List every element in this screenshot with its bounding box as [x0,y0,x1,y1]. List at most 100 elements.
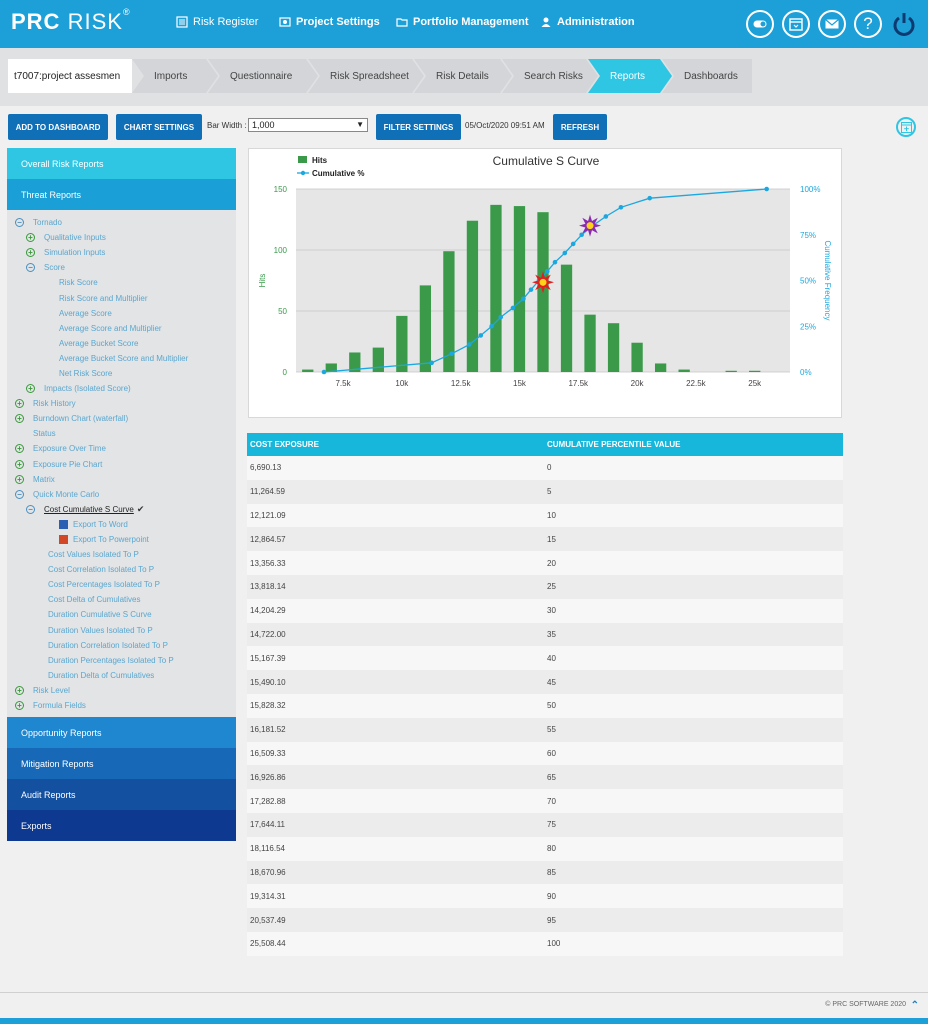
tree-item[interactable]: Average Score and Multiplier [7,321,236,336]
tree-item[interactable]: Duration Correlation Isolated To P [7,638,236,653]
expand-icon[interactable]: + [15,701,24,711]
expand-icon[interactable]: + [15,685,24,695]
tree-item[interactable]: Average Score [7,306,236,321]
app-logo[interactable]: PRC RISK® [11,7,131,35]
tree-item-label: Average Bucket Score [59,338,139,348]
expand-icon[interactable]: + [15,459,24,469]
tree-item[interactable]: + Formula Fields [7,698,236,713]
sidebar-section-exports[interactable]: Exports [7,810,236,842]
nav-project-settings[interactable]: Project Settings [279,16,380,28]
project-selector[interactable]: t7007:project assesmen [8,59,132,93]
tree-item[interactable]: + Matrix [7,472,236,487]
tree-item[interactable]: − Tornado [7,215,236,230]
tree-item[interactable]: + Simulation Inputs [7,245,236,260]
crumb-reports[interactable]: Reports [588,59,672,93]
dashboard-add-icon[interactable] [896,117,916,137]
refresh-button[interactable]: REFRESH [553,114,607,140]
tree-item-label: Duration Cumulative S Curve [48,610,152,620]
collapse-icon[interactable]: − [15,489,24,499]
expand-icon[interactable]: + [15,414,24,424]
percentile-cell: 40 [547,653,556,663]
cost-exposure-cell: 16,509.33 [250,748,286,758]
tree-item[interactable]: + Qualitative Inputs [7,230,236,245]
tree-item[interactable]: Net Risk Score [7,366,236,381]
tree-item[interactable]: + Risk History [7,396,236,411]
expand-icon[interactable]: + [15,399,24,409]
tree-item-label: Cost Values Isolated To P [48,550,139,560]
tree-item[interactable]: + Burndown Chart (waterfall) [7,411,236,426]
col-cost-exposure-header[interactable]: COST EXPOSURE [247,440,547,449]
sidebar-section-opportunity-reports[interactable]: Opportunity Reports [7,717,236,749]
mail-icon[interactable] [818,10,846,38]
filter-settings-button[interactable]: FILTER SETTINGS [376,114,461,140]
cost-exposure-cell: 19,314.31 [250,891,286,901]
crumb-dashboards[interactable]: Dashboards [662,59,752,93]
nav-portfolio-management[interactable]: Portfolio Management [396,16,529,28]
tree-item[interactable]: + Exposure Over Time [7,441,236,456]
cumulative-point [510,305,516,311]
hits-bar [584,314,596,372]
tree-item[interactable]: + Risk Level [7,683,236,698]
tree-item[interactable]: Average Bucket Score and Multiplier [7,351,236,366]
cost-exposure-cell: 15,490.10 [250,677,286,687]
table-header: COST EXPOSURE CUMULATIVE PERCENTILE VALU… [247,433,843,456]
y-axis-label: Hits [258,274,267,288]
tree-item[interactable]: Cost Correlation Isolated To P [7,562,236,577]
add-to-dashboard-button[interactable]: ADD TO DASHBOARD [8,114,108,140]
chart-settings-button[interactable]: CHART SETTINGS [116,114,202,140]
help-icon[interactable]: ? [854,10,882,38]
sidebar-section-audit-reports[interactable]: Audit Reports [7,779,236,811]
y2-tick-label: 100% [800,185,820,194]
tree-item[interactable]: Export To Powerpoint [7,532,236,547]
nav-risk-register[interactable]: Risk Register [176,16,258,28]
tree-item[interactable]: Duration Delta of Cumulatives [7,668,236,683]
tree-item[interactable]: − Score [7,260,236,275]
tree-item[interactable]: Risk Score [7,275,236,290]
legend-cumulative-dot [300,170,306,176]
hits-bar [490,204,502,372]
crumb-questionnaire[interactable]: Questionnaire [208,59,318,93]
bar-width-select[interactable]: 1,000 ▼ [248,118,368,132]
tree-item[interactable]: Duration Values Isolated To P [7,623,236,638]
calendar-icon[interactable] [782,10,810,38]
col-cumulative-percentile-header[interactable]: CUMULATIVE PERCENTILE VALUE [547,440,680,449]
crumb-search-risks[interactable]: Search Risks [502,59,598,93]
tree-item[interactable]: − Quick Monte Carlo [7,487,236,502]
crumb-risk-details[interactable]: Risk Details [414,59,512,93]
expand-icon[interactable]: + [26,384,35,394]
collapse-icon[interactable]: − [15,218,24,228]
tree-item[interactable]: Cost Delta of Cumulatives [7,592,236,607]
sidebar-section-mitigation-reports[interactable]: Mitigation Reports [7,748,236,780]
folder-icon [396,18,408,27]
tree-item[interactable]: Status [7,426,236,441]
cumulative-point [466,342,472,347]
power-icon[interactable] [890,10,918,38]
tree-item[interactable]: Duration Percentages Isolated To P [7,653,236,668]
collapse-icon[interactable]: − [26,263,35,273]
collapse-icon[interactable]: − [26,504,35,514]
expand-icon[interactable]: + [26,233,35,243]
scroll-up-icon[interactable]: ⌃ [911,1000,919,1011]
percentile-cell: 10 [547,510,556,520]
tree-item[interactable]: Export To Word [7,517,236,532]
overall-risk-reports-header[interactable]: Overall Risk Reports [7,148,236,179]
tree-item[interactable]: Average Bucket Score [7,336,236,351]
expand-icon[interactable]: + [15,444,24,454]
expand-icon[interactable]: + [15,474,24,484]
tree-item[interactable]: + Impacts (Isolated Score) [7,381,236,396]
crumb-risk-spreadsheet[interactable]: Risk Spreadsheet [308,59,424,93]
nav-administration[interactable]: Administration [540,16,635,28]
tree-item[interactable]: − Cost Cumulative S Curve ✔ [7,502,236,517]
hits-bar [654,363,667,372]
tree-item[interactable]: + Exposure Pie Chart [7,457,236,472]
tree-item[interactable]: Duration Cumulative S Curve [7,607,236,622]
tree-item[interactable]: Cost Values Isolated To P [7,547,236,562]
tree-item[interactable]: Risk Score and Multiplier [7,290,236,305]
hits-bar [560,264,573,372]
crumb-imports[interactable]: Imports [132,59,218,93]
threat-reports-header[interactable]: Threat Reports [7,179,236,210]
copyright-text: © PRC SOFTWARE 2020 [825,1001,906,1008]
tree-item[interactable]: Cost Percentages Isolated To P [7,577,236,592]
toggle-icon[interactable] [746,10,774,38]
expand-icon[interactable]: + [26,248,35,258]
